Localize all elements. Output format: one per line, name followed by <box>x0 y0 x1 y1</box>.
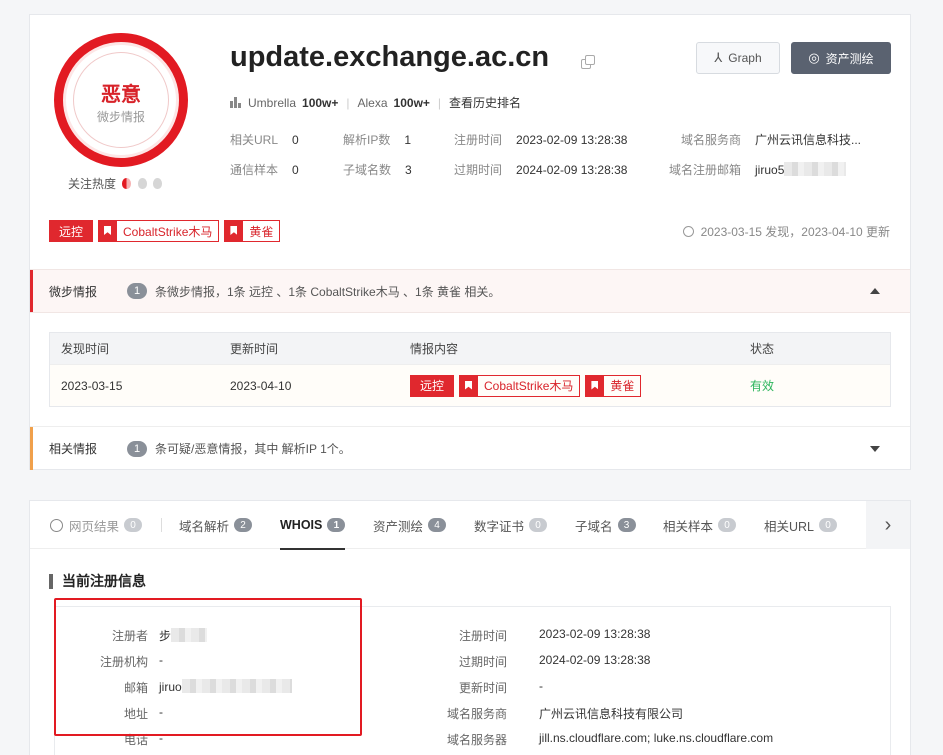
tag-cobaltstrike[interactable]: CobaltStrike木马 <box>459 374 581 397</box>
tag-remote-control[interactable]: 远控 <box>49 220 94 242</box>
section-heading: 当前注册信息 <box>49 571 146 591</box>
tab-dns-resolution[interactable]: 域名解析 2 <box>179 501 253 549</box>
flame-icon <box>137 178 147 189</box>
intel-overview-card: 恶意 微步情报 关注热度 update.exchange.ac.cn ⅄ Gra… <box>29 14 911 470</box>
expand-icon[interactable] <box>870 445 880 452</box>
sample-stat[interactable]: 通信样本 0 <box>230 161 299 178</box>
asset-button-label: 资产测绘 <box>825 51 874 66</box>
alexa-label: Alexa <box>357 95 388 110</box>
alexa-value: 100w+ <box>393 95 430 110</box>
related-url-stat[interactable]: 相关URL 0 <box>230 131 299 148</box>
tab-web-results[interactable]: 网页结果 0 <box>50 501 143 549</box>
tag-oriole[interactable]: 黄雀 <box>585 374 642 397</box>
table-row: 2023-03-15 2023-04-10 远控 CobaltStrike木马 … <box>50 364 890 406</box>
redacted-blur <box>784 162 847 176</box>
tab-whois[interactable]: WHOIS 1 <box>280 501 346 550</box>
rank-row: Umbrella 100w+ | Alexa 100w+ | 查看历史排名 <box>230 94 521 111</box>
registrar: 域名服务商 广州云讯信息科技... <box>681 133 862 147</box>
globe-icon <box>50 518 63 532</box>
reg-time-value: 2023-02-09 13:28:38 <box>539 627 651 641</box>
heat-label: 关注热度 <box>68 177 117 191</box>
nameserver-value: jill.ns.cloudflare.com; luke.ns.cloudfla… <box>539 731 774 745</box>
tab-related-samples[interactable]: 相关样本 0 <box>663 501 737 549</box>
tab-subdomains[interactable]: 子域名 3 <box>575 501 636 549</box>
malicious-verdict-seal: 恶意 微步情报 <box>54 33 188 167</box>
umbrella-value: 100w+ <box>302 95 339 110</box>
resolve-ip-stat[interactable]: 解析IP数 1 <box>343 131 411 148</box>
copy-icon[interactable] <box>581 55 595 69</box>
flame-icon <box>122 178 132 189</box>
expire-value: 2024-02-09 13:28:38 <box>539 653 651 667</box>
tab-asset-mapping[interactable]: 资产测绘 4 <box>373 501 447 549</box>
target-icon: ◎ <box>808 50 820 65</box>
domain-title: update.exchange.ac.cn <box>230 41 550 73</box>
bookmark-icon <box>586 375 605 396</box>
table-header: 发现时间 更新时间 情报内容 状态 <box>50 333 890 364</box>
count-badge: 1 <box>127 440 147 457</box>
threat-tags: 远控 CobaltStrike木马 黄雀 <box>49 220 281 242</box>
tag-oriole[interactable]: 黄雀 <box>224 220 281 242</box>
status-badge: 有效 <box>750 379 775 393</box>
registrant-email: 域名注册邮箱 jiruo5 <box>669 161 847 178</box>
related-intel-section[interactable]: 相关情报 1 条可疑/恶意情报，其中 解析IP 1个。 <box>30 426 910 470</box>
tab-certificates[interactable]: 数字证书 0 <box>474 501 548 549</box>
nameserver-label: 域名服务器 <box>446 733 507 747</box>
reg-time-label: 注册时间 <box>458 629 507 643</box>
section-summary: 条可疑/恶意情报，其中 解析IP 1个。 <box>155 442 351 456</box>
discover-update-time: 2023-03-15 发现，2023-04-10 更新 <box>682 223 890 240</box>
flame-icon <box>153 178 163 189</box>
asset-mapping-button[interactable]: ◎ 资产测绘 <box>791 42 891 74</box>
highlight-box <box>54 598 362 736</box>
rank-history-link[interactable]: 查看历史排名 <box>449 94 521 111</box>
subdomain-stat[interactable]: 子域名数 3 <box>343 161 412 178</box>
clock-icon <box>682 226 694 237</box>
tag-remote-control[interactable]: 远控 <box>410 374 455 397</box>
collapse-icon[interactable] <box>870 288 880 294</box>
verdict-label: 恶意 <box>101 84 141 106</box>
umbrella-label: Umbrella <box>248 95 297 110</box>
expire-time: 过期时间 2024-02-09 13:28:38 <box>454 163 628 177</box>
tab-related-url[interactable]: 相关URL 0 <box>764 501 838 549</box>
section-title: 微步情报 <box>49 284 98 299</box>
attention-heat: 关注热度 <box>68 175 163 192</box>
update-label: 更新时间 <box>458 681 507 695</box>
tab-bar: 网页结果 0 域名解析 2 WHOIS 1 资产测绘 4 数字证书 0 子域名 3 相关样本… <box>30 501 910 550</box>
bookmark-icon <box>99 221 118 241</box>
count-badge: 1 <box>127 283 147 299</box>
update-value: - <box>539 679 543 693</box>
graph-icon: ⅄ <box>714 50 723 65</box>
bookmark-icon <box>460 375 479 396</box>
section-summary: 条微步情报，1条 远控 、1条 CobaltStrike木马 、1条 黄雀 相关… <box>155 284 501 299</box>
registration-time: 注册时间 2023-02-09 13:28:38 <box>454 133 628 147</box>
tag-cobaltstrike[interactable]: CobaltStrike木马 <box>98 220 220 242</box>
bar-chart-icon <box>230 97 242 108</box>
section-title: 相关情报 <box>49 442 98 456</box>
graph-button[interactable]: ⅄ Graph <box>696 42 780 74</box>
registrar-value: 广州云讯信息科技有限公司 <box>539 707 684 721</box>
chevron-right-icon[interactable]: › <box>866 501 910 549</box>
intel-table: 发现时间 更新时间 情报内容 状态 2023-03-15 2023-04-10 … <box>49 332 891 407</box>
expire-label: 过期时间 <box>458 655 507 669</box>
bookmark-icon <box>225 221 244 241</box>
registrar-label: 域名服务商 <box>446 707 507 721</box>
graph-button-label: Graph <box>728 51 762 65</box>
verdict-source: 微步情报 <box>96 110 145 124</box>
threatbook-intel-section[interactable]: 微步情报 1 条微步情报，1条 远控 、1条 CobaltStrike木马 、1… <box>30 269 910 313</box>
